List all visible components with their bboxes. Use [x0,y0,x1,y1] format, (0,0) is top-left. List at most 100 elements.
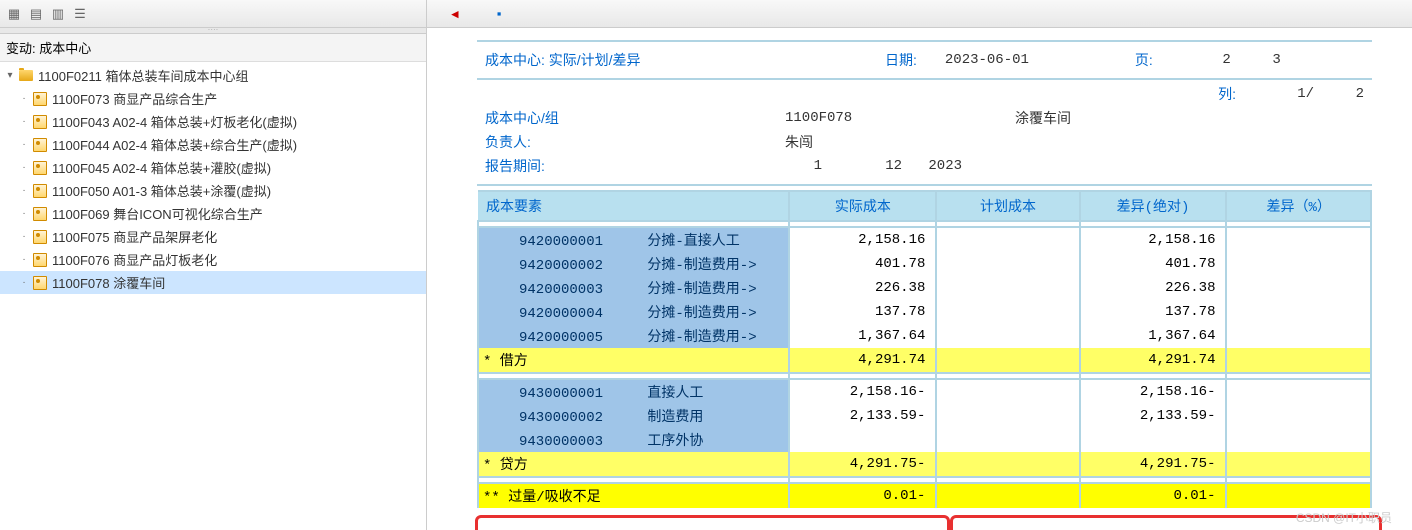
cell-varabs[interactable]: 2,158.16 [1080,227,1227,252]
cell-varpct[interactable] [1226,404,1371,428]
tree-item[interactable]: ·1100F043 A02-4 箱体总装+灯板老化(虚拟) [0,110,426,133]
tree-item-label: 1100F050 A01-3 箱体总装+涂覆(虚拟) [52,181,271,200]
tree-bullet: · [18,231,30,242]
table-row[interactable]: 9420000005 分摊-制造费用->1,367.641,367.64 [478,324,1371,348]
cell-actual[interactable]: 226.38 [789,276,936,300]
marker-icon[interactable]: ▪ [491,6,507,22]
tree-bullet: · [18,139,30,150]
cell-plan[interactable] [936,276,1079,300]
cell-varpct[interactable] [1226,276,1371,300]
page-from: 2 [1181,52,1231,68]
tree-item-label: 1100F045 A02-4 箱体总装+灌胶(虚拟) [52,158,271,177]
cell-actual[interactable]: 137.78 [789,300,936,324]
subtotal-varabs: 0.01- [1080,483,1227,508]
cell-plan[interactable] [936,404,1079,428]
owner-name: 朱闯 [785,132,813,152]
cell-varabs[interactable] [1080,428,1227,452]
cc-label: 成本中心/组 [485,108,785,128]
col-header-plan[interactable]: 计划成本 [936,191,1079,221]
cell-plan[interactable] [936,227,1079,252]
cell-elem[interactable]: 9430000002 制造费用 [478,404,789,428]
doc-icon [32,206,48,222]
cell-varpct[interactable] [1226,227,1371,252]
cell-varabs[interactable]: 1,367.64 [1080,324,1227,348]
col-from: 1/ [1264,86,1314,102]
tree-item-label: 1100F044 A02-4 箱体总装+综合生产(虚拟) [52,135,297,154]
toolbar-icon[interactable]: ☰ [70,4,90,24]
report-table: 成本要素 实际成本 计划成本 差异(绝对) 差异（%） 9420000001 分… [477,190,1372,508]
col-header-varabs[interactable]: 差异(绝对) [1080,191,1227,221]
subtotal-plan [936,348,1079,373]
cell-actual[interactable] [789,428,936,452]
cell-actual[interactable]: 1,367.64 [789,324,936,348]
cell-actual[interactable]: 2,158.16- [789,379,936,404]
cell-actual[interactable]: 2,133.59- [789,404,936,428]
subtotal-varabs: 4,291.74 [1080,348,1227,373]
col-header-varpct[interactable]: 差异（%） [1226,191,1371,221]
cell-varpct[interactable] [1226,300,1371,324]
table-row[interactable]: 9430000002 制造费用2,133.59-2,133.59- [478,404,1371,428]
tree-item[interactable]: ·1100F045 A02-4 箱体总装+灌胶(虚拟) [0,156,426,179]
col-header-elem[interactable]: 成本要素 [478,191,789,221]
date-value: 2023-06-01 [945,52,1135,68]
tree-bullet: · [18,185,30,196]
cell-varpct[interactable] [1226,324,1371,348]
table-row[interactable]: 9430000001 直接人工2,158.16-2,158.16- [478,379,1371,404]
doc-icon [32,91,48,107]
table-row[interactable]: 9420000001 分摊-直接人工2,158.162,158.16 [478,227,1371,252]
tree-root[interactable]: ▾ 1100F0211 箱体总装车间成本中心组 [0,64,426,87]
cell-plan[interactable] [936,300,1079,324]
toolbar-icon[interactable]: ▦ [4,4,24,24]
table-row[interactable]: 9420000002 分摊-制造费用->401.78401.78 [478,252,1371,276]
toolbar-icon[interactable]: ▥ [48,4,68,24]
cell-elem[interactable]: 9430000001 直接人工 [478,379,789,404]
cell-elem[interactable]: 9420000003 分摊-制造费用-> [478,276,789,300]
cell-plan[interactable] [936,324,1079,348]
cell-varabs[interactable]: 137.78 [1080,300,1227,324]
table-row[interactable]: 9430000003 工序外协 [478,428,1371,452]
cell-actual[interactable]: 2,158.16 [789,227,936,252]
cell-elem[interactable]: 9420000005 分摊-制造费用-> [478,324,789,348]
tree-item[interactable]: · 1100F050 A01-3 箱体总装+涂覆(虚拟) [0,179,426,202]
cell-elem[interactable]: 9420000002 分摊-制造费用-> [478,252,789,276]
subtotal-row[interactable]: ** 过量/吸收不足0.01-0.01- [478,483,1371,508]
marker-icon[interactable]: ◂ [447,6,463,22]
cell-actual[interactable]: 401.78 [789,252,936,276]
toolbar-right: ◂ ▪ [427,0,1412,28]
tree-item-label: 1100F076 商显产品灯板老化 [52,250,217,269]
tree-item-label: 1100F075 商显产品架屏老化 [52,227,217,246]
cell-varpct[interactable] [1226,252,1371,276]
table-row[interactable]: 9420000004 分摊-制造费用->137.78137.78 [478,300,1371,324]
cell-varabs[interactable]: 401.78 [1080,252,1227,276]
doc-icon [32,114,48,130]
tree-item[interactable]: ·1100F069 舞台ICON可视化综合生产 [0,202,426,225]
tree-item[interactable]: ·1100F076 商显产品灯板老化 [0,248,426,271]
cell-elem[interactable]: 9430000003 工序外协 [478,428,789,452]
cell-plan[interactable] [936,379,1079,404]
page-label: 页: [1135,50,1153,70]
doc-icon [32,160,48,176]
cell-plan[interactable] [936,428,1079,452]
cell-varabs[interactable]: 2,133.59- [1080,404,1227,428]
tree-item[interactable]: · 1100F075 商显产品架屏老化 [0,225,426,248]
table-row[interactable]: 9420000003 分摊-制造费用->226.38226.38 [478,276,1371,300]
tree-bullet: · [18,116,30,127]
subtotal-row[interactable]: * 贷方4,291.75-4,291.75- [478,452,1371,477]
tree-item[interactable]: · 1100F044 A02-4 箱体总装+综合生产(虚拟) [0,133,426,156]
doc-icon [32,137,48,153]
col-header-actual[interactable]: 实际成本 [789,191,936,221]
cell-varpct[interactable] [1226,428,1371,452]
toolbar-icon[interactable]: ▤ [26,4,46,24]
cell-elem[interactable]: 9420000004 分摊-制造费用-> [478,300,789,324]
tree-item-label: 1100F073 商显产品综合生产 [52,89,217,108]
cell-elem[interactable]: 9420000001 分摊-直接人工 [478,227,789,252]
cell-varpct[interactable] [1226,379,1371,404]
cell-varabs[interactable]: 2,158.16- [1080,379,1227,404]
tree-item[interactable]: ·1100F078 涂覆车间 [0,271,426,294]
cell-plan[interactable] [936,252,1079,276]
subtotal-label: * 贷方 [478,452,789,477]
expander-icon[interactable]: ▾ [4,70,16,81]
tree-item[interactable]: ·1100F073 商显产品综合生产 [0,87,426,110]
subtotal-row[interactable]: * 借方4,291.744,291.74 [478,348,1371,373]
cell-varabs[interactable]: 226.38 [1080,276,1227,300]
